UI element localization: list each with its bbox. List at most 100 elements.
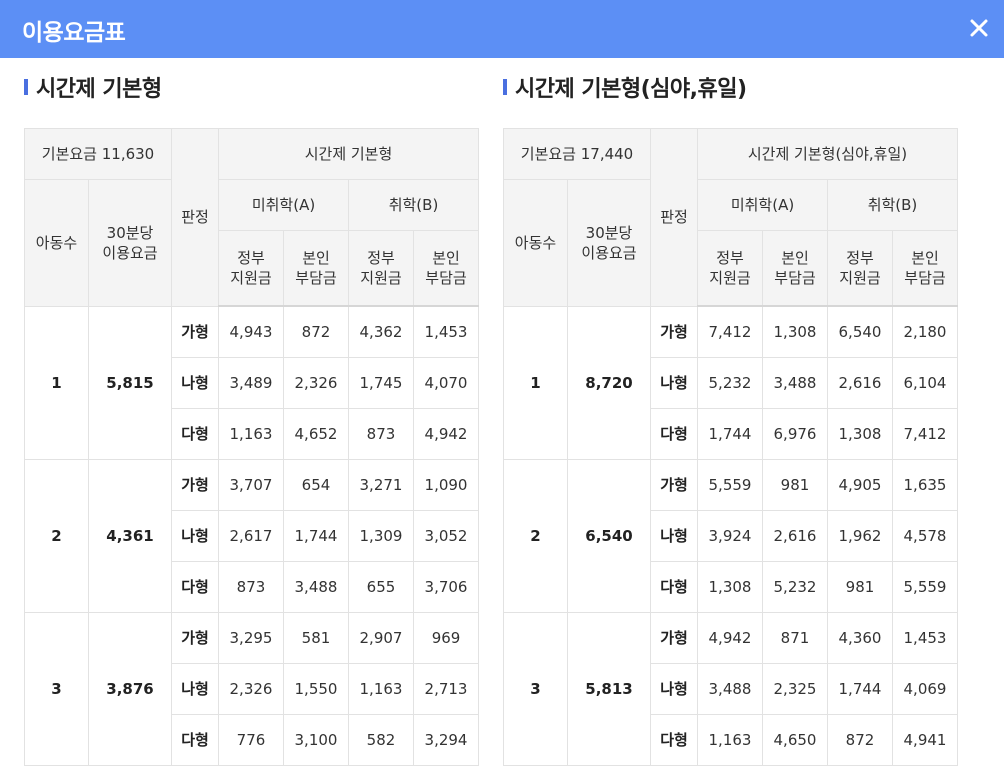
preschool-self-cell: 2,326 (283, 357, 349, 409)
preschool-header: 미취학(A) (697, 179, 828, 231)
table-row: 2 6,540 가형 5,559 981 4,905 1,635 (503, 459, 958, 613)
school-header: 취학(B) (347, 179, 480, 231)
group-header: 시간제 기본형(심야,휴일) (697, 128, 958, 180)
preschool-gov-cell: 1,744 (697, 408, 763, 460)
school-gov-cell: 872 (827, 714, 893, 766)
self-pay-header-line1: 본인 (911, 248, 939, 267)
preschool-self-cell: 654 (283, 459, 349, 511)
school-gov-cell: 1,308 (827, 408, 893, 460)
school-self-cell: 1,635 (892, 459, 958, 511)
judgment-type-cell: 다형 (650, 408, 698, 460)
gov-subsidy-header: 정부 지원금 (348, 230, 414, 307)
preschool-self-cell: 3,488 (283, 561, 349, 613)
school-gov-cell: 4,362 (348, 305, 414, 358)
group-header: 시간제 기본형 (217, 128, 480, 180)
school-self-cell: 1,090 (412, 459, 480, 511)
rate-header: 30분당 이용요금 (88, 179, 172, 307)
judgment-type-cell: 나형 (171, 510, 219, 562)
school-gov-cell: 3,271 (348, 459, 414, 511)
preschool-gov-cell: 4,942 (697, 612, 763, 664)
preschool-gov-cell: 3,489 (218, 357, 284, 409)
children-count-cell: 1 (503, 305, 568, 460)
modal-header: 이용요금표 (0, 0, 1004, 58)
preschool-self-cell: 872 (283, 305, 349, 358)
section-bar (24, 79, 28, 95)
section-title-text: 시간제 기본형(심야,휴일) (515, 77, 747, 102)
school-self-cell: 969 (412, 612, 480, 664)
children-count-cell: 2 (503, 459, 568, 613)
school-self-cell: 4,070 (412, 357, 480, 409)
self-pay-header-line2: 부담금 (295, 269, 337, 287)
self-pay-header-line2: 부담금 (774, 269, 816, 287)
children-count-header: 아동수 (503, 179, 568, 307)
school-self-cell: 6,104 (892, 357, 958, 409)
rate-cell: 5,815 (88, 305, 172, 460)
base-fee-header: 기본요금 11,630 (24, 128, 172, 180)
self-pay-header-line1: 본인 (432, 248, 460, 267)
school-gov-cell: 873 (348, 408, 414, 460)
section-title-text: 시간제 기본형 (36, 77, 162, 102)
self-pay-header: 본인 부담금 (762, 230, 828, 307)
close-icon (970, 19, 988, 37)
gov-subsidy-header-line1: 정부 (846, 248, 874, 267)
school-self-cell: 4,941 (892, 714, 958, 766)
school-self-cell: 5,559 (892, 561, 958, 613)
section-title: 시간제 기본형 (24, 68, 480, 106)
self-pay-header: 본인 부담금 (412, 230, 480, 307)
self-pay-header-line1: 본인 (302, 248, 330, 267)
school-header: 취학(B) (827, 179, 958, 231)
rate-cell: 5,813 (567, 612, 651, 766)
preschool-gov-cell: 4,943 (218, 305, 284, 358)
gov-subsidy-header-line1: 정부 (716, 248, 744, 267)
children-count-cell: 3 (24, 612, 89, 766)
preschool-self-cell: 871 (762, 612, 828, 664)
rate-header-line1: 30분당 (585, 223, 633, 242)
children-count-cell: 3 (503, 612, 568, 766)
school-gov-cell: 4,360 (827, 612, 893, 664)
judgment-type-cell: 다형 (650, 561, 698, 613)
preschool-self-cell: 5,232 (762, 561, 828, 613)
rate-header-line1: 30분당 (106, 223, 154, 242)
school-gov-cell: 1,962 (827, 510, 893, 562)
school-self-cell: 4,578 (892, 510, 958, 562)
gov-subsidy-header-line2: 지원금 (230, 269, 272, 287)
gov-subsidy-header-line2: 지원금 (709, 269, 751, 287)
school-self-cell: 2,713 (412, 663, 480, 715)
school-self-cell: 3,052 (412, 510, 480, 562)
school-self-cell: 4,942 (412, 408, 480, 460)
judgment-type-cell: 다형 (171, 714, 219, 766)
judgment-type-cell: 가형 (650, 305, 698, 358)
table-row: 2 4,361 가형 3,707 654 3,271 1,090 (24, 459, 480, 613)
preschool-gov-cell: 2,617 (218, 510, 284, 562)
preschool-self-cell: 4,652 (283, 408, 349, 460)
judgment-type-cell: 가형 (650, 612, 698, 664)
school-gov-cell: 1,163 (348, 663, 414, 715)
fee-panel-basic: 시간제 기본형 기본요금 11,630 판정 시간제 기본형 아동수 30분당 이용요금 미취… (24, 68, 480, 766)
self-pay-header-line2: 부담금 (904, 269, 946, 287)
preschool-self-cell: 4,650 (762, 714, 828, 766)
rate-cell: 3,876 (88, 612, 172, 766)
school-gov-cell: 2,616 (827, 357, 893, 409)
close-button[interactable] (962, 11, 996, 45)
preschool-self-cell: 1,550 (283, 663, 349, 715)
school-gov-cell: 655 (348, 561, 414, 613)
rate-cell: 4,361 (88, 459, 172, 613)
rate-cell: 6,540 (567, 459, 651, 613)
school-gov-cell: 981 (827, 561, 893, 613)
school-self-cell: 7,412 (892, 408, 958, 460)
table-row: 1 5,815 가형 4,943 872 4,362 1,453 (24, 305, 480, 460)
judgment-type-cell: 다형 (171, 561, 219, 613)
modal-title: 이용요금표 (22, 20, 126, 46)
gov-subsidy-header-line1: 정부 (237, 248, 265, 267)
school-self-cell: 4,069 (892, 663, 958, 715)
preschool-gov-cell: 1,308 (697, 561, 763, 613)
preschool-gov-cell: 3,295 (218, 612, 284, 664)
gov-subsidy-header-line2: 지원금 (360, 269, 402, 287)
judgment-type-cell: 나형 (650, 663, 698, 715)
fee-table: 기본요금 17,440 판정 시간제 기본형(심야,휴일) 아동수 30분당 이용요금 미취… (503, 128, 958, 766)
judgment-type-cell: 나형 (650, 510, 698, 562)
rate-header-line2: 이용요금 (581, 243, 637, 262)
school-gov-cell: 1,744 (827, 663, 893, 715)
school-self-cell: 3,706 (412, 561, 480, 613)
school-self-cell: 3,294 (412, 714, 480, 766)
